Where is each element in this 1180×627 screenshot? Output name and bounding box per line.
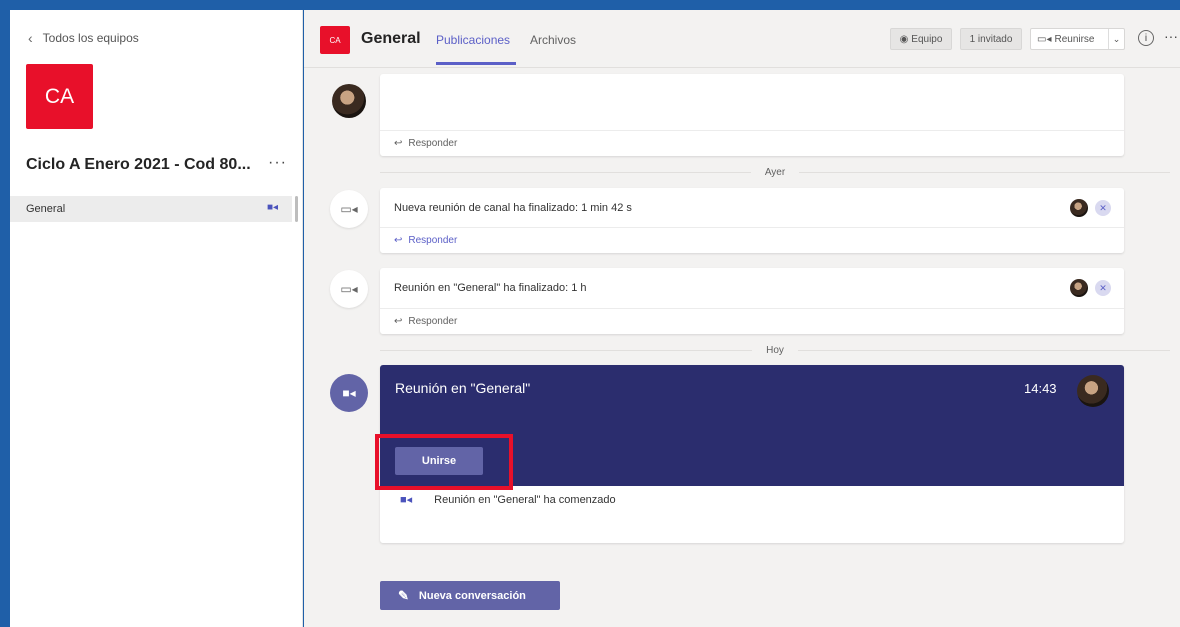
meeting-time: 14:43 xyxy=(1024,381,1057,396)
message-text: Reunión en "General" ha finalizado: 1 h xyxy=(394,282,587,294)
message-card: Nueva reunión de canal ha finalizado: 1 … xyxy=(380,188,1124,253)
participant-x-icon[interactable]: ✕ xyxy=(1095,280,1111,296)
meet-now-button[interactable]: ▭◂ Reunirse ⌄ xyxy=(1030,28,1125,50)
tab-archivos[interactable]: Archivos xyxy=(530,33,576,47)
reply-label: Responder xyxy=(408,138,458,149)
separator-line xyxy=(797,349,1171,351)
video-camera-icon: ▭◂ xyxy=(1037,33,1052,45)
reply-label: Responder xyxy=(408,235,458,246)
date-separator: Hoy xyxy=(380,343,1171,357)
sidebar-item-general[interactable]: General ■◂ xyxy=(10,196,292,222)
date-label: Ayer xyxy=(764,166,786,178)
info-icon[interactable]: i xyxy=(1138,30,1154,46)
eye-icon: ◉ xyxy=(899,33,909,45)
separator-line xyxy=(380,171,751,173)
reply-arrow-icon: ↩ xyxy=(394,235,403,246)
channel-avatar: CA xyxy=(320,26,350,54)
message-card: Reunión en "General" ha finalizado: 1 h … xyxy=(380,268,1124,334)
meeting-card: Reunión en "General" 14:43 Unirse ■◂ Reu… xyxy=(375,365,1124,543)
reply-label: Responder xyxy=(408,316,458,327)
chevron-down-icon[interactable]: ⌄ xyxy=(1108,29,1124,49)
window-top-border xyxy=(0,0,1180,10)
meeting-active-icon: ■◂ xyxy=(330,374,368,412)
all-teams-label: Todos los equipos xyxy=(42,31,139,45)
reply-arrow-icon: ↩ xyxy=(394,316,403,327)
active-tab-indicator xyxy=(436,62,516,65)
message-text: Nueva reunión de canal ha finalizado: 1 … xyxy=(394,202,632,214)
organizer-avatar[interactable] xyxy=(1077,375,1109,407)
channel-main: CA General Publicaciones Archivos ◉ Equi… xyxy=(304,10,1180,627)
window-left-border xyxy=(0,10,10,627)
chevron-left-icon: ‹ xyxy=(28,30,33,46)
invited-button[interactable]: 1 invitado xyxy=(960,28,1022,50)
compose-icon: ✎ xyxy=(398,587,409,603)
tab-publicaciones[interactable]: Publicaciones xyxy=(436,33,510,47)
reply-button[interactable]: ↩ Responder xyxy=(380,130,1124,156)
team-button-label: Equipo xyxy=(911,33,943,45)
sidebar-scrollbar[interactable] xyxy=(295,196,298,222)
new-conversation-label: Nueva conversación xyxy=(418,589,526,602)
more-options-icon[interactable]: ··· xyxy=(1164,28,1178,44)
teams-sidebar: ‹ Todos los equipos CA Ciclo A Enero 202… xyxy=(10,10,303,627)
channel-title: General xyxy=(361,30,421,47)
team-button[interactable]: ◉ Equipo xyxy=(890,28,952,50)
message-card: ↩ Responder xyxy=(380,74,1124,156)
participant-avatar[interactable] xyxy=(1070,199,1088,217)
separator-line xyxy=(799,171,1171,173)
meeting-title: Reunión en "General" xyxy=(395,380,531,396)
meet-button-label: Reunirse xyxy=(1054,33,1095,45)
meeting-ended-icon: ▭◂ xyxy=(330,190,368,228)
channel-label: General xyxy=(26,203,66,215)
invited-button-label: 1 invitado xyxy=(969,33,1013,45)
all-teams-link[interactable]: ‹ Todos los equipos xyxy=(28,30,139,46)
date-separator: Ayer xyxy=(380,165,1171,179)
highlight-annotation xyxy=(375,434,513,490)
new-conversation-button[interactable]: ✎ Nueva conversación xyxy=(380,581,560,610)
team-avatar: CA xyxy=(26,64,93,129)
team-more-options-icon[interactable]: ··· xyxy=(268,154,287,172)
video-camera-icon: ■◂ xyxy=(400,494,413,506)
sender-avatar[interactable] xyxy=(332,84,366,118)
separator-line xyxy=(380,349,753,351)
reply-button[interactable]: ↩ Responder xyxy=(380,227,1124,253)
channel-header: CA General Publicaciones Archivos ◉ Equi… xyxy=(304,10,1180,68)
team-name: Ciclo A Enero 2021 - Cod 80... xyxy=(26,156,251,173)
meeting-started-row: ■◂ Reunión en "General" ha comenzado xyxy=(400,493,616,507)
reply-arrow-icon: ↩ xyxy=(394,138,403,149)
participant-x-icon[interactable]: ✕ xyxy=(1095,200,1111,216)
meeting-ended-icon: ▭◂ xyxy=(330,270,368,308)
active-meeting-icon: ■◂ xyxy=(266,202,278,213)
reply-button[interactable]: ↩ Responder xyxy=(380,308,1124,334)
date-label: Hoy xyxy=(766,344,784,356)
meeting-started-text: Reunión en "General" ha comenzado xyxy=(434,493,616,506)
participant-avatar[interactable] xyxy=(1070,279,1088,297)
